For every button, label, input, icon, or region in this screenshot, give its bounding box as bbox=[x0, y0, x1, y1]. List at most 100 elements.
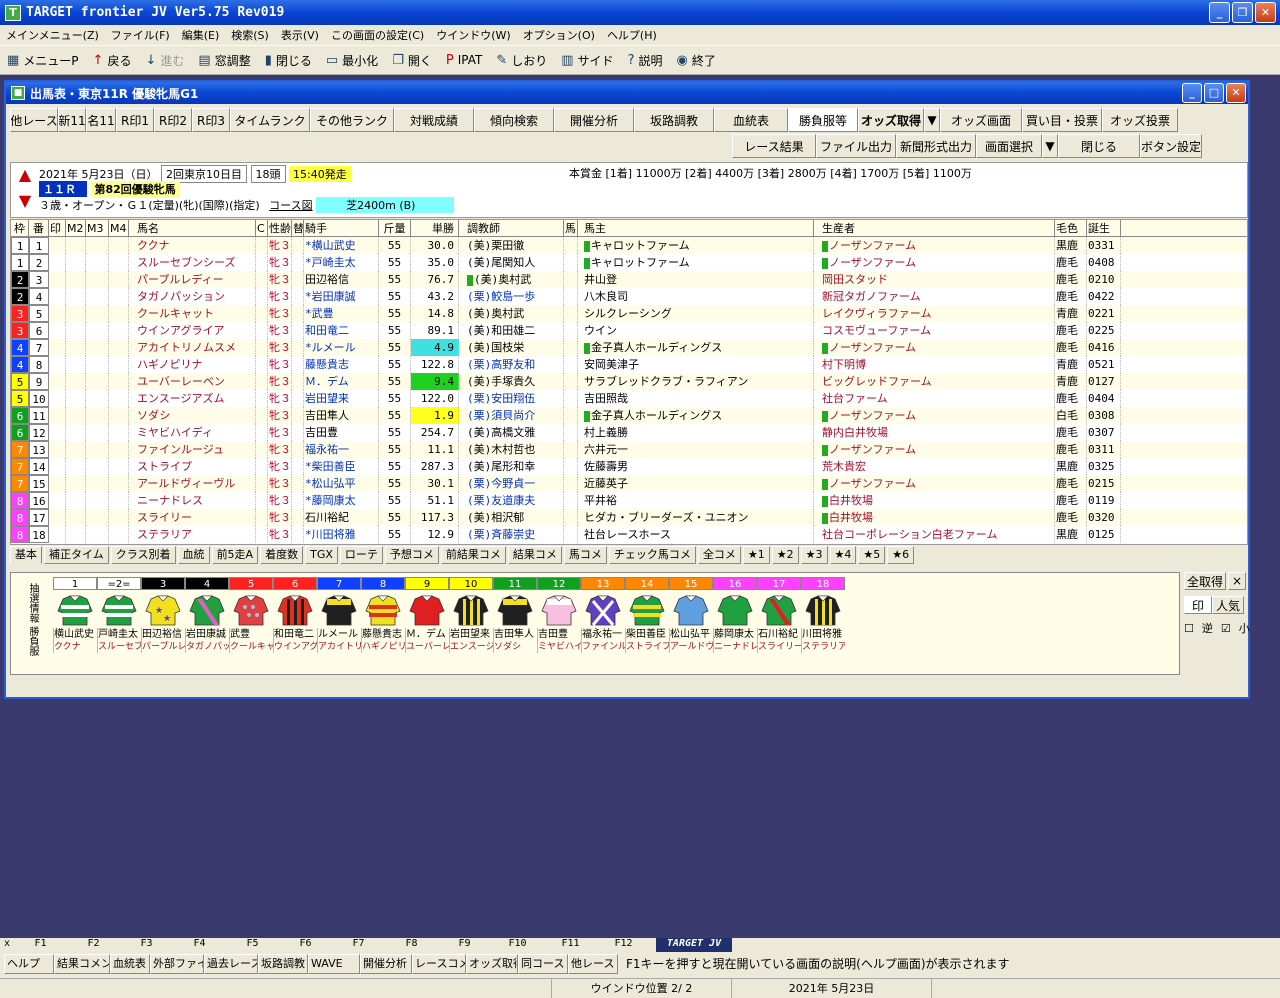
button-10[interactable]: 開催分析 bbox=[554, 108, 634, 132]
table-row[interactable]: 8 18 ステラリア 牝３ *川田将雅 55 12.9 (栗)斉藤崇史 社台レースホース 社台コー… bbox=[11, 526, 1247, 543]
toolbar-pat-button[interactable]: P IPAT bbox=[439, 48, 489, 72]
silk-column[interactable]: =2= 戸崎圭太スルーセブンシーズ bbox=[97, 577, 141, 667]
toolbar-help-button[interactable]: ? 説明 bbox=[621, 48, 670, 72]
menu-item[interactable]: ファイル(F) bbox=[105, 27, 176, 43]
toolbar-up-arrow-button[interactable]: ↑ 戻る bbox=[86, 48, 139, 72]
menu-item[interactable]: ウインドウ(W) bbox=[430, 27, 516, 43]
fkey-button-1[interactable]: ヘルプ bbox=[4, 954, 54, 974]
maximize-button[interactable]: ❐ bbox=[1232, 2, 1253, 23]
silk-column[interactable]: 1 横山武史 ククナ bbox=[53, 577, 97, 667]
button-3[interactable]: R印1 bbox=[116, 108, 154, 132]
tab-13[interactable]: 全コメ bbox=[697, 546, 741, 564]
table-row[interactable]: 2 3 パープルレディー 牝３ 田辺裕信 55 76.7 (美)奥村武 井山登 岡田スタッド 鹿毛 0… bbox=[11, 271, 1247, 288]
column-header[interactable]: 馬主 bbox=[578, 220, 814, 237]
silk-column[interactable]: 3★★田辺裕信パープルレディー bbox=[141, 577, 185, 667]
silk-column[interactable]: 16 藤岡康太ニーナドレス bbox=[713, 577, 757, 667]
fkey-button-4[interactable]: 外部ファイル bbox=[150, 954, 204, 974]
menu-item[interactable]: 検索(S) bbox=[225, 27, 275, 43]
menu-item[interactable]: ヘルプ(H) bbox=[601, 27, 663, 43]
toolbar-window-button[interactable]: ▤ 窓調整 bbox=[191, 48, 257, 72]
table-row[interactable]: 6 12 ミヤビハイディ 牝３ 吉田豊 55 254.7 (美)高橋文雅 村上義勝 静内白井牧場 鹿… bbox=[11, 424, 1247, 441]
menu-item[interactable]: メインメニュー(Z) bbox=[0, 27, 105, 43]
table-row[interactable]: 1 2 スルーセブンシーズ 牝３ *戸崎圭太 55 35.0 (美)尾関知人 キャロットファーム… bbox=[11, 254, 1247, 271]
fkey-button-12[interactable]: 他レース bbox=[568, 954, 618, 974]
silk-column[interactable]: 11 吉田隼人 ソダシ bbox=[493, 577, 537, 667]
table-row[interactable]: 3 6 ウインアグライア 牝３ 和田竜二 55 89.1 (美)和田雄二 ウイン コスモヴューファ… bbox=[11, 322, 1247, 339]
column-header[interactable]: 馬名 bbox=[129, 220, 256, 237]
column-header[interactable]: 枠 bbox=[11, 220, 29, 237]
tab-12[interactable]: チェック馬コメ bbox=[608, 546, 696, 564]
tab-6[interactable]: TGX bbox=[305, 546, 338, 564]
tab-3[interactable]: 血統 bbox=[177, 546, 210, 564]
table-row[interactable]: 4 7 アカイトリノムスメ 牝３ *ルメール 55 4.9 (美)国枝栄 金子真人ホールディング… bbox=[11, 339, 1247, 356]
next-race-arrow-icon[interactable]: ▼ bbox=[15, 191, 35, 215]
button-9[interactable]: 傾向検索 bbox=[474, 108, 554, 132]
tab-9[interactable]: 前結果コメ bbox=[440, 546, 506, 564]
mark-toggle[interactable]: 印 bbox=[1184, 596, 1212, 614]
fkey-button-5[interactable]: 過去レース bbox=[204, 954, 258, 974]
button-6[interactable]: タイムランク bbox=[230, 108, 310, 132]
column-header[interactable]: M2 bbox=[66, 220, 86, 237]
toolbar-exit-button[interactable]: ◉ 終了 bbox=[669, 48, 722, 72]
column-header[interactable]: 馬 bbox=[564, 220, 578, 237]
column-header[interactable]: 単勝 bbox=[411, 220, 459, 237]
button-15[interactable]: ▼ bbox=[924, 108, 940, 132]
column-header[interactable]: 性齢 bbox=[268, 220, 292, 237]
button-5[interactable]: R印3 bbox=[192, 108, 230, 132]
button-13[interactable]: 勝負服等 bbox=[788, 108, 858, 132]
table-row[interactable]: 8 16 ニーナドレス 牝３ *藤岡康太 55 51.1 (栗)友道康夫 平井裕 白井牧場 鹿毛 01… bbox=[11, 492, 1247, 509]
table-row[interactable]: 7 14 ストライプ 牝３ *柴田善臣 55 287.3 (美)尾形和幸 佐藤壽男 荒木貴宏 黒鹿 0… bbox=[11, 458, 1247, 475]
tab-15[interactable]: ★2 bbox=[771, 546, 799, 564]
button-18[interactable]: オッズ投票 bbox=[1102, 108, 1178, 132]
column-header[interactable]: 替 bbox=[292, 220, 304, 237]
column-header[interactable]: M4 bbox=[109, 220, 129, 237]
table-row[interactable]: 2 4 タガノパッション 牝３ *岩田康誠 55 43.2 (栗)鮫島一歩 八木良司 新冠タガノフ… bbox=[11, 288, 1247, 305]
button2-6[interactable]: ボタン設定 bbox=[1140, 134, 1202, 158]
silk-column[interactable]: 17 石川裕紀 スライリー bbox=[757, 577, 801, 667]
column-header[interactable]: 斤量 bbox=[379, 220, 411, 237]
child-maximize-button[interactable]: □ bbox=[1204, 83, 1224, 103]
small-checkbox[interactable]: ☑ bbox=[1221, 622, 1231, 635]
silks-close-button[interactable]: × bbox=[1228, 572, 1246, 590]
button-16[interactable]: オッズ画面 bbox=[940, 108, 1022, 132]
minimize-button[interactable]: _ bbox=[1209, 2, 1230, 23]
button2-0[interactable]: レース結果 bbox=[732, 134, 816, 158]
table-row[interactable]: 8 17 スライリー 牝３ 石川裕紀 55 117.3 (美)相沢郁 ヒダカ・ブリーダーズ・ユニ… bbox=[11, 509, 1247, 526]
silk-column[interactable]: 6 和田竜二ウインアグライア bbox=[273, 577, 317, 667]
child-close-button[interactable]: ✕ bbox=[1226, 83, 1246, 103]
menu-item[interactable]: 編集(E) bbox=[176, 27, 226, 43]
button-17[interactable]: 買い目・投票 bbox=[1022, 108, 1102, 132]
tab-7[interactable]: ローテ bbox=[339, 546, 383, 564]
button2-5[interactable]: 閉じる bbox=[1058, 134, 1140, 158]
silk-column[interactable]: 14 柴田善臣 ストライプ bbox=[625, 577, 669, 667]
menu-item[interactable]: 表示(V) bbox=[275, 27, 325, 43]
fkey-button-10[interactable]: オッズ取得 bbox=[466, 954, 518, 974]
table-row[interactable]: 3 5 クールキャット 牝３ *武豊 55 14.8 (美)奥村武 シルクレーシング レイクヴィラ… bbox=[11, 305, 1247, 322]
button-2[interactable]: 名11 bbox=[86, 108, 116, 132]
toolbar-minimize-button[interactable]: ▭ 最小化 bbox=[319, 48, 385, 72]
popularity-toggle[interactable]: 人気 bbox=[1212, 596, 1244, 614]
table-row[interactable]: 5 10 エンスージアズム 牝３ 岩田望来 55 122.0 (栗)安田翔伍 吉田照哉 社台ファー… bbox=[11, 390, 1247, 407]
silk-column[interactable]: 10 岩田望来エンスージアズム bbox=[449, 577, 493, 667]
fkey-button-3[interactable]: 血統表 bbox=[110, 954, 150, 974]
prev-race-arrow-icon[interactable]: ▲ bbox=[15, 165, 35, 189]
button-14[interactable]: オッズ取得 bbox=[858, 108, 924, 132]
silk-column[interactable]: 15 松山弘平アールドヴィーヴル bbox=[669, 577, 713, 667]
fkey-button-7[interactable]: WAVE bbox=[308, 954, 360, 974]
silk-column[interactable]: 13 福永祐一ファインルージュ bbox=[581, 577, 625, 667]
tab-16[interactable]: ★3 bbox=[800, 546, 828, 564]
table-row[interactable]: 1 1 ククナ 牝３ *横山武史 55 30.0 (美)栗田徹 キャロットファーム ノーザンファー… bbox=[11, 237, 1247, 254]
tab-18[interactable]: ★5 bbox=[858, 546, 886, 564]
fkey-button-8[interactable]: 開催分析 bbox=[360, 954, 412, 974]
silk-column[interactable]: 9 Ｍ．デムユーバーレーベン bbox=[405, 577, 449, 667]
tab-8[interactable]: 予想コメ bbox=[384, 546, 439, 564]
column-header[interactable]: M3 bbox=[86, 220, 109, 237]
button2-1[interactable]: ファイル出力 bbox=[816, 134, 896, 158]
tab-5[interactable]: 着度数 bbox=[260, 546, 304, 564]
menu-item[interactable]: この画面の設定(C) bbox=[325, 27, 430, 43]
close-button[interactable]: ✕ bbox=[1255, 2, 1276, 23]
get-all-button[interactable]: 全取得 bbox=[1184, 572, 1226, 590]
silk-column[interactable]: 4 岩田康誠タガノパッション bbox=[185, 577, 229, 667]
tab-1[interactable]: 補正タイム bbox=[44, 546, 109, 564]
column-header[interactable]: 調教師 bbox=[459, 220, 564, 237]
